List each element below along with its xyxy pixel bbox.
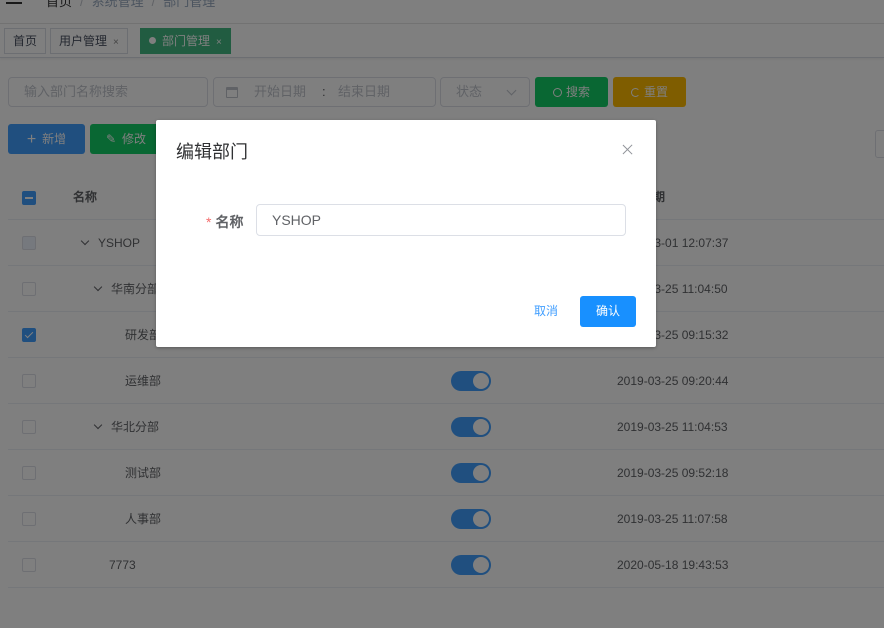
dept-name-input[interactable]: YSHOP [256, 204, 626, 236]
close-icon[interactable] [620, 142, 636, 158]
name-field-label-text: 名称 [215, 214, 244, 230]
confirm-button[interactable]: 确认 [580, 296, 636, 327]
dialog-title: 编辑部门 [176, 142, 248, 162]
required-mark: * [206, 214, 212, 230]
name-field-label: * 名称 [206, 212, 243, 232]
edit-dept-dialog: 编辑部门 * 名称 YSHOP 取消 确认 [156, 120, 656, 347]
cancel-button[interactable]: 取消 [534, 296, 558, 326]
